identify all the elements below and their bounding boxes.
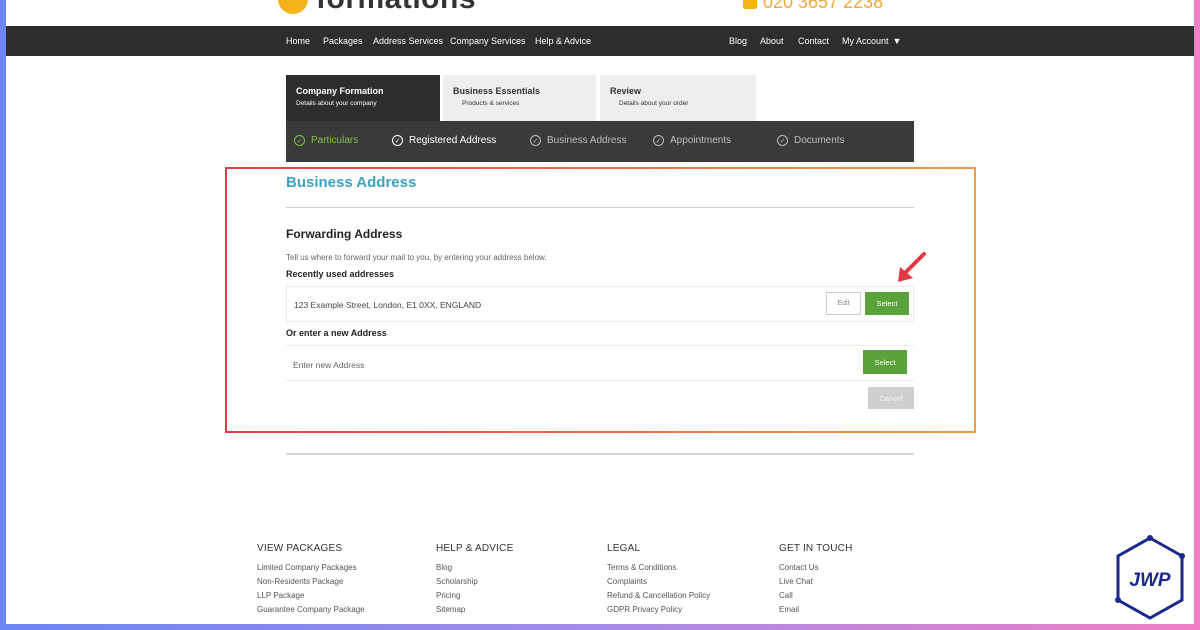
substep-business-address[interactable]: ✓ Business Address (530, 135, 627, 146)
top-navigation: Home Packages Address Services Company S… (6, 26, 1194, 56)
substep-label: Registered Address (409, 135, 497, 146)
badge-text: JWP (1129, 570, 1171, 591)
nav-address-services[interactable]: Address Services (373, 36, 443, 46)
footer-link[interactable]: Guarantee Company Package (257, 605, 365, 614)
phone-number[interactable]: 020 3657 2238 (743, 0, 883, 13)
select-new-address-button[interactable]: Select (863, 350, 907, 374)
phone-icon (743, 0, 757, 9)
new-address-input[interactable] (293, 357, 833, 373)
cancel-button[interactable]: Cancel (868, 387, 914, 409)
footer-col-legal: LEGAL Terms & Conditions Complaints Refu… (607, 543, 710, 619)
footer-link[interactable]: Terms & Conditions (607, 563, 710, 572)
footer-link[interactable]: Blog (436, 563, 513, 572)
nav-packages[interactable]: Packages (323, 36, 363, 46)
tab-company-formation[interactable]: Company Formation Details about your com… (286, 75, 440, 121)
tab-subtitle: Details about your order (619, 100, 689, 107)
footer-heading: LEGAL (607, 543, 641, 554)
substep-particulars[interactable]: ✓ Particulars (294, 135, 358, 146)
nav-contact[interactable]: Contact (798, 36, 829, 46)
nav-about[interactable]: About (760, 36, 784, 46)
tab-subtitle: Details about your company (296, 100, 377, 107)
tab-title: Company Formation (296, 86, 384, 96)
tab-review[interactable]: Review Details about your order (600, 75, 756, 121)
forwarding-description: Tell us where to forward your mail to yo… (286, 253, 547, 262)
check-circle-icon: ✓ (392, 135, 403, 146)
recent-address-text: 123 Example Street, London, E1 0XX, ENGL… (294, 300, 482, 310)
forwarding-title: Forwarding Address (286, 227, 403, 241)
site-logo[interactable]: formations (278, 0, 476, 16)
check-circle-icon: ✓ (294, 135, 305, 146)
tab-business-essentials[interactable]: Business Essentials Products & services (443, 75, 596, 121)
annotation-arrow-icon (898, 252, 926, 282)
footer-link[interactable]: LLP Package (257, 591, 365, 600)
footer-link[interactable]: Pricing (436, 591, 513, 600)
footer-link[interactable]: Complaints (607, 577, 710, 586)
footer-link[interactable]: Contact Us (779, 563, 853, 572)
footer-heading: HELP & ADVICE (436, 543, 514, 554)
new-address-label: Or enter a new Address (286, 328, 387, 338)
footer-link[interactable]: GDPR Privacy Policy (607, 605, 710, 614)
substep-bar: ✓ Particulars ✓ Registered Address ✓ Bus… (286, 121, 914, 162)
new-address-row: Select (286, 345, 914, 381)
jwp-badge-logo: JWP (1115, 535, 1185, 620)
recent-addresses-label: Recently used addresses (286, 269, 395, 279)
footer-link[interactable]: Non-Residents Package (257, 577, 365, 586)
footer-link[interactable]: Sitemap (436, 605, 513, 614)
tab-title: Business Essentials (453, 86, 541, 96)
check-circle-icon: ✓ (777, 135, 788, 146)
substep-documents[interactable]: ✓ Documents (777, 135, 845, 146)
chevron-down-icon: ▼ (892, 36, 902, 46)
check-circle-icon: ✓ (653, 135, 664, 146)
substep-label: Appointments (670, 135, 732, 146)
logo-text: formations (316, 0, 476, 16)
page-frame: formations 020 3657 2238 Home Packages A… (6, 0, 1194, 624)
nav-my-account-label: My Account (842, 36, 889, 46)
nav-home[interactable]: Home (286, 36, 310, 46)
substep-label: Particulars (311, 135, 359, 146)
footer-col-help: HELP & ADVICE Blog Scholarship Pricing S… (436, 543, 513, 619)
footer-link[interactable]: Call (779, 591, 853, 600)
nav-help-advice[interactable]: Help & Advice (535, 36, 591, 46)
footer-link[interactable]: Live Chat (779, 577, 853, 586)
nav-blog[interactable]: Blog (729, 36, 747, 46)
select-recent-address-button[interactable]: Select (865, 292, 909, 315)
substep-label: Documents (794, 135, 845, 146)
step-tabs: Company Formation Details about your com… (286, 75, 913, 121)
tab-title: Review (610, 86, 642, 96)
page-title: Business Address (286, 174, 417, 191)
footer-link[interactable]: Refund & Cancellation Policy (607, 591, 710, 600)
footer-link[interactable]: Limited Company Packages (257, 563, 365, 572)
footer-link[interactable]: Email (779, 605, 853, 614)
recent-address-row: 123 Example Street, London, E1 0XX, ENGL… (286, 286, 914, 322)
tab-subtitle: Products & services (462, 100, 520, 107)
logo-mark-icon (278, 0, 308, 14)
divider (286, 207, 914, 208)
nav-my-account[interactable]: My Account ▼ (842, 36, 901, 46)
footer-col-contact: GET IN TOUCH Contact Us Live Chat Call E… (779, 543, 853, 619)
divider (286, 453, 914, 455)
substep-label: Business Address (547, 135, 627, 146)
footer-link[interactable]: Scholarship (436, 577, 513, 586)
substep-registered-address[interactable]: ✓ Registered Address (392, 135, 496, 146)
nav-company-services[interactable]: Company Services (450, 36, 526, 46)
footer-heading: VIEW PACKAGES (257, 543, 343, 554)
substep-appointments[interactable]: ✓ Appointments (653, 135, 731, 146)
edit-address-button[interactable]: Edit (826, 292, 861, 315)
check-circle-icon: ✓ (530, 135, 541, 146)
footer-heading: GET IN TOUCH (779, 543, 853, 554)
phone-text: 020 3657 2238 (763, 0, 884, 12)
footer-col-packages: VIEW PACKAGES Limited Company Packages N… (257, 543, 365, 619)
